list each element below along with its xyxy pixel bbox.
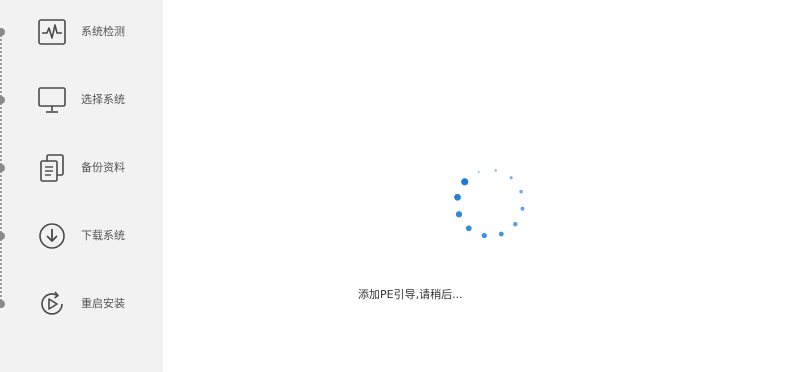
app-window: 系统检测 选择系统 备份资料 下载系统 重启安装 添加PE引导,请稍后... [0,0,795,372]
steps-sidebar: 系统检测 选择系统 备份资料 下载系统 重启安装 [0,0,163,372]
step-dot [0,300,5,308]
step-dot [0,96,5,104]
step-dot [0,28,5,36]
heartbeat-monitor-icon [36,16,68,48]
step-label: 选择系统 [81,93,125,106]
step-backup-data: 备份资料 [0,148,163,188]
step-label: 系统检测 [81,25,125,38]
spinner-dot [519,190,523,194]
step-select-system: 选择系统 [0,80,163,120]
step-restart-install: 重启安装 [0,284,163,324]
spinner-dot [520,206,525,211]
spinner-dot [455,211,463,218]
spinner-dot [494,169,497,172]
spinner-dot [498,231,504,237]
spinner-dot [509,176,513,180]
desktop-monitor-icon [36,84,68,116]
copy-documents-icon [36,152,68,184]
step-dot [0,232,5,240]
status-text: 添加PE引导,请稍后... [358,288,463,301]
step-label: 重启安装 [81,297,125,310]
step-system-check: 系统检测 [0,12,163,52]
step-download-system: 下载系统 [0,216,163,256]
step-label: 下载系统 [81,229,125,242]
step-label: 备份资料 [81,161,125,174]
step-dot [0,164,5,172]
spinner-dot [461,178,469,186]
loading-spinner [454,169,525,239]
main-panel: 添加PE引导,请稍后... [163,0,795,372]
spinner-dot [481,232,487,239]
spinner-dot [465,225,472,232]
spinner-dot [477,170,480,173]
download-circle-icon [36,220,68,252]
spinner-dot [513,222,518,227]
spinner-dot [454,193,461,201]
restart-play-icon [36,288,68,320]
